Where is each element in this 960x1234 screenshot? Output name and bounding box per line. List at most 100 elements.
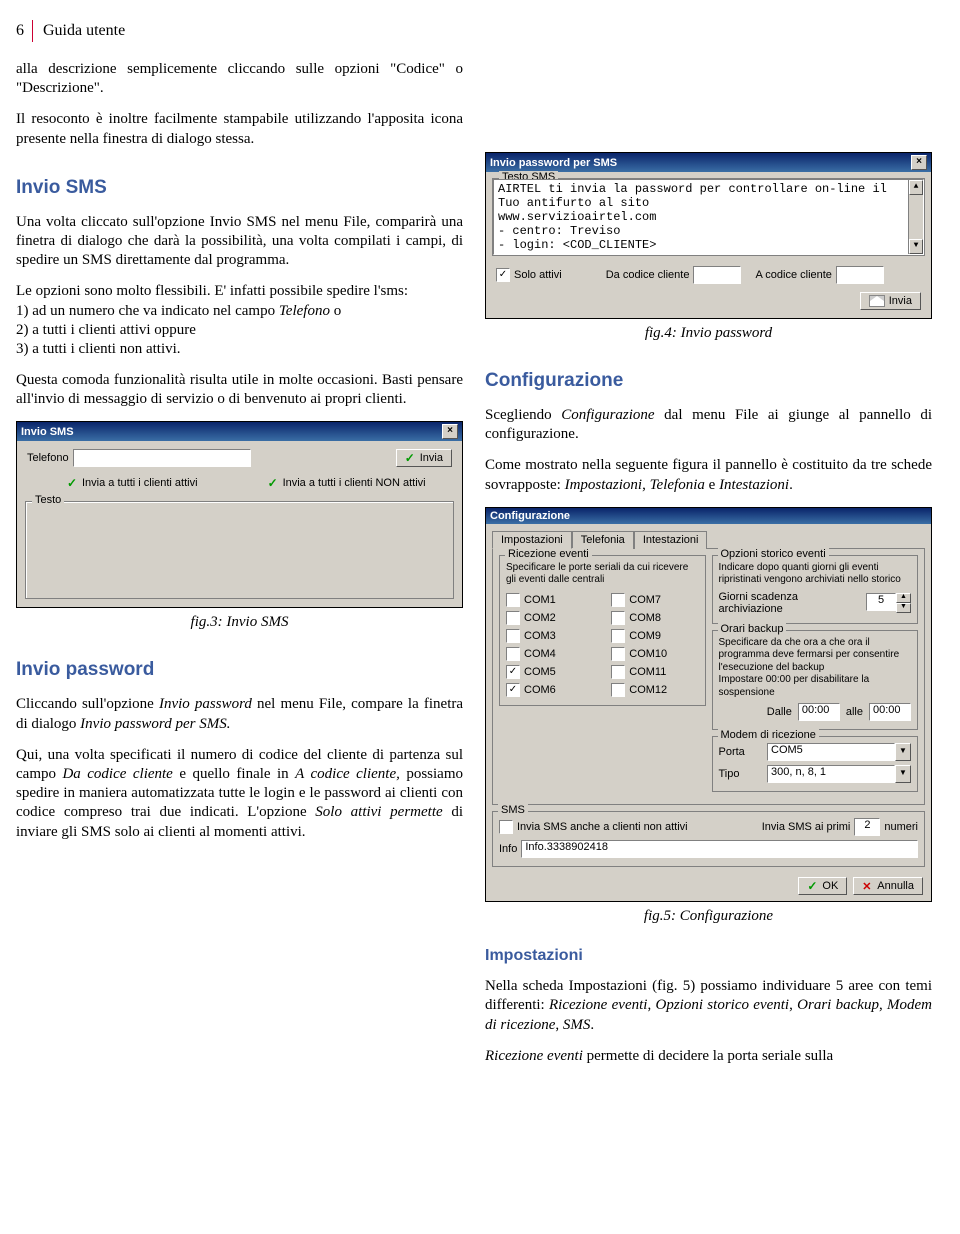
desc: Specificare da che ora a che ora il prog… [719, 637, 912, 700]
annulla-button[interactable]: Annulla [853, 877, 923, 895]
invio-sms-list-2: 2) a tutti i clienti attivi oppure [16, 321, 463, 340]
right-column: Invio password per SMS × Testo SMS AIRTE… [485, 60, 932, 1066]
button-label: Invia [889, 295, 912, 307]
button-label: Annulla [877, 880, 914, 892]
text-italic: Telefonia [650, 477, 705, 493]
checkbox-com6[interactable]: ✓ COM6 [506, 683, 593, 697]
legend: SMS [498, 804, 528, 816]
imp-para-1: Nella scheda Impostazioni (fig. 5) possi… [485, 977, 932, 1035]
checkbox-icon [499, 820, 513, 834]
select-porta[interactable]: COM5▼ [767, 743, 911, 761]
checkbox-com4[interactable]: COM4 [506, 647, 593, 661]
input-primi[interactable]: 2 [854, 818, 880, 836]
imp-para-2: Ricezione eventi permette di decidere la… [485, 1047, 932, 1066]
checkbox-sms-non-attivi[interactable]: Invia SMS anche a clienti non attivi [499, 820, 688, 834]
caption-fig3: fig.3: Invio SMS [16, 614, 463, 631]
close-icon[interactable]: × [911, 155, 927, 170]
invio-sms-para-1: Una volta cliccato sull'opzione Invio SM… [16, 213, 463, 271]
checkbox-com7[interactable]: COM7 [611, 593, 698, 607]
close-icon [862, 881, 873, 892]
spinner-giorni[interactable]: 5 ▲▼ [866, 593, 911, 613]
tab-strip: Impostazioni Telefonia Intestazioni [486, 524, 931, 548]
spin-up-icon[interactable]: ▲ [896, 593, 911, 603]
label: COM5 [524, 666, 556, 678]
dialog-title: Invio SMS [21, 426, 74, 438]
checkbox-icon [611, 611, 625, 625]
checkbox-com2[interactable]: COM2 [506, 611, 593, 625]
dialog-invio-password: Invio password per SMS × Testo SMS AIRTE… [485, 152, 932, 319]
text: e [705, 477, 719, 493]
intro-para-1: alla descrizione semplicemente cliccando… [16, 60, 463, 98]
checkbox-icon [506, 611, 520, 625]
header-title: Guida utente [43, 22, 125, 40]
input-a-codice[interactable] [836, 266, 884, 284]
label-dalle: Dalle [767, 706, 792, 718]
checkbox-com5[interactable]: ✓ COM5 [506, 665, 593, 679]
spinner-value[interactable]: 5 [866, 593, 896, 611]
input-da-codice[interactable] [693, 266, 741, 284]
textarea-sms-body[interactable]: AIRTEL ti invia la password per controll… [493, 179, 924, 255]
text-italic: Invio password per SMS. [80, 716, 230, 732]
label-porta: Porta [719, 746, 745, 758]
legend: Opzioni storico eventi [718, 548, 829, 560]
button-label: Invia a tutti i clienti attivi [82, 477, 198, 489]
check-icon [405, 453, 416, 464]
tab-telefonia[interactable]: Telefonia [572, 531, 634, 549]
checkbox-com11[interactable]: COM11 [611, 665, 698, 679]
checkbox-icon [611, 593, 625, 607]
invio-sms-para-3: Questa comoda funzionalità risulta utile… [16, 371, 463, 409]
label: COM11 [629, 666, 666, 678]
config-para-1: Scegliendo Configurazione dal menu File … [485, 406, 932, 444]
tab-impostazioni[interactable]: Impostazioni [492, 531, 572, 549]
invia-non-attivi-button[interactable]: Invia a tutti i clienti NON attivi [268, 477, 426, 489]
invia-button[interactable]: Invia [396, 449, 452, 467]
config-para-2: Come mostrato nella seguente figura il p… [485, 456, 932, 494]
checkbox-icon: ✓ [506, 665, 520, 679]
input-info[interactable]: Info.3338902418 [521, 840, 918, 858]
check-icon [67, 478, 78, 489]
checkbox-icon [611, 665, 625, 679]
titlebar: Invio SMS × [17, 422, 462, 441]
checkbox-com10[interactable]: COM10 [611, 647, 698, 661]
select-tipo[interactable]: 300, n, 8, 1▼ [767, 765, 911, 783]
chevron-down-icon[interactable]: ▼ [895, 743, 911, 761]
page-header: 6 Guida utente [16, 20, 932, 42]
text: , [642, 477, 650, 493]
scroll-up-icon[interactable]: ▲ [909, 180, 923, 195]
text-italic: Orari backup [797, 997, 879, 1013]
label: COM6 [524, 684, 556, 696]
checkbox-icon [611, 629, 625, 643]
ok-button[interactable]: OK [798, 877, 847, 895]
spin-down-icon[interactable]: ▼ [896, 603, 911, 613]
checkbox-com9[interactable]: COM9 [611, 629, 698, 643]
button-label: Invia [420, 452, 443, 464]
scrollbar[interactable]: ▲ ▼ [908, 180, 923, 254]
caption-fig4: fig.4: Invio password [485, 325, 932, 342]
checkbox-com12[interactable]: COM12 [611, 683, 698, 697]
invio-pwd-para-2: Qui, una volta specificati il numero di … [16, 746, 463, 842]
input-dalle[interactable]: 00:00 [798, 703, 840, 721]
checkbox-icon: ✓ [506, 683, 520, 697]
text-italic: Opzioni storico eventi [656, 997, 790, 1013]
fieldset-opzioni-storico: Opzioni storico eventi Indicare dopo qua… [712, 555, 919, 624]
invia-attivi-button[interactable]: Invia a tutti i clienti attivi [67, 477, 198, 489]
close-icon[interactable]: × [442, 424, 458, 439]
invia-button[interactable]: Invia [860, 292, 921, 310]
check-icon [268, 478, 279, 489]
text: , [789, 997, 797, 1013]
checkbox-com3[interactable]: COM3 [506, 629, 593, 643]
scroll-down-icon[interactable]: ▼ [909, 239, 923, 254]
text-italic: Configurazione [561, 407, 654, 423]
input-telefono[interactable] [73, 449, 251, 467]
heading-invio-sms: Invio SMS [16, 177, 463, 199]
select-value: COM5 [767, 743, 895, 761]
chevron-down-icon[interactable]: ▼ [895, 765, 911, 783]
text-italic: Telefono [279, 303, 330, 319]
titlebar: Configurazione [486, 508, 931, 524]
checkbox-solo-attivi[interactable]: ✓ Solo attivi [496, 268, 562, 282]
checkbox-com8[interactable]: COM8 [611, 611, 698, 625]
tab-intestazioni[interactable]: Intestazioni [634, 531, 708, 549]
checkbox-com1[interactable]: COM1 [506, 593, 593, 607]
input-alle[interactable]: 00:00 [869, 703, 911, 721]
label: COM4 [524, 648, 556, 660]
